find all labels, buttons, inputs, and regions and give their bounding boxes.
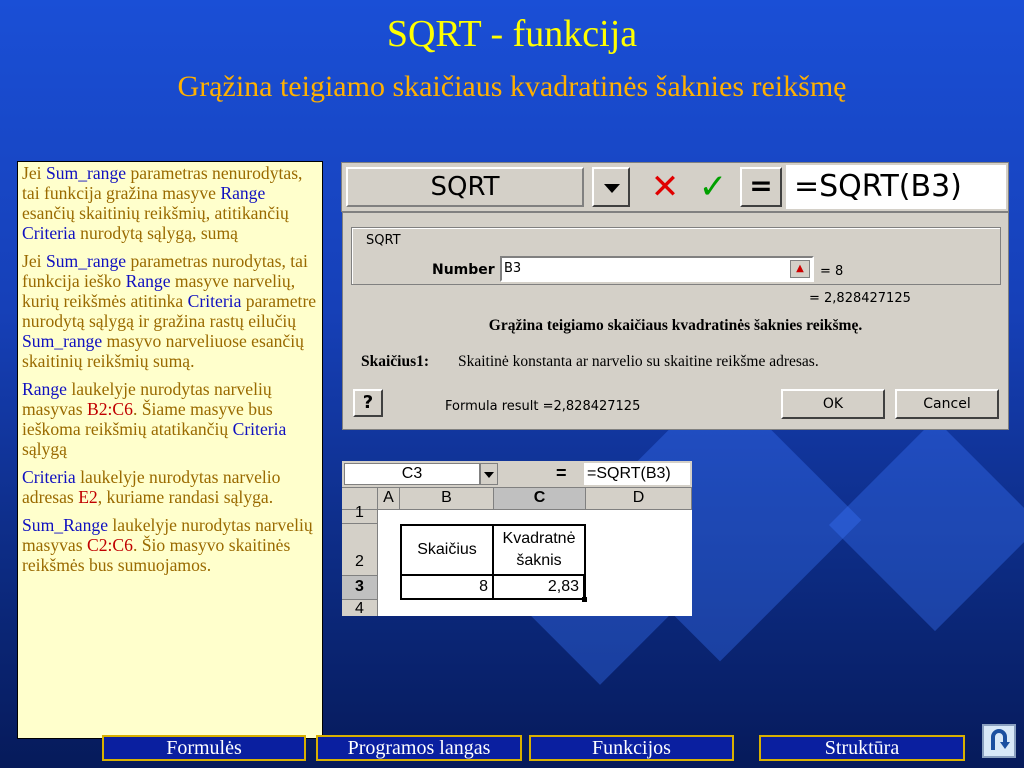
nav-button[interactable]: Struktūra: [759, 735, 965, 761]
function-arguments-dialog: SQRT Number B3 ▲ = 8 = 2,828427125 Grąži…: [342, 212, 1009, 430]
number-label: Number: [432, 262, 495, 278]
nav-button[interactable]: Programos langas: [316, 735, 522, 761]
column-header[interactable]: D: [586, 488, 692, 510]
note-text: Jei: [22, 251, 46, 271]
row-header[interactable]: 2: [342, 524, 378, 576]
sheet-formula-input[interactable]: =SQRT(B3): [584, 463, 690, 485]
explanation-panel: Jei Sum_range parametras nenurodytas, ta…: [17, 161, 323, 739]
note-text: Sum_range: [22, 331, 103, 351]
note-text: Criteria: [232, 419, 287, 439]
sheet-dropdown-button[interactable]: [480, 463, 498, 485]
note-text: Sum_Range: [22, 515, 109, 535]
slide-title: SQRT - funkcija: [386, 13, 638, 55]
row-header[interactable]: 3: [342, 576, 378, 600]
note-text: B2:C6: [87, 399, 133, 419]
cell-c3[interactable]: 2,83: [492, 574, 586, 600]
note-paragraph: Sum_Range laukelyje nurodytas narvelių m…: [22, 515, 318, 575]
note-text: Criteria: [187, 291, 242, 311]
cell-b2[interactable]: Skaičius: [400, 524, 494, 576]
cancel-formula-icon[interactable]: ✕: [642, 167, 688, 207]
note-paragraph: Jei Sum_range parametras nenurodytas, ta…: [22, 163, 318, 243]
formula-bar: SQRT ✕ ✓ = =SQRT(B3): [341, 162, 1009, 212]
note-paragraph: Criteria laukelyje nurodytas narvelio ad…: [22, 467, 318, 507]
note-text: esančių skaitinių reikšmių, atitikančių: [22, 203, 289, 223]
note-text: Criteria: [22, 467, 76, 487]
sheet-equals-icon: =: [556, 463, 567, 483]
note-text: Range: [125, 271, 171, 291]
argument-label: Skaičius1:: [361, 353, 430, 370]
column-header[interactable]: A: [378, 488, 400, 510]
chevron-down-icon: [484, 472, 494, 478]
cell-c2-line2: šaknis: [516, 552, 562, 569]
fill-handle[interactable]: [582, 597, 587, 602]
cell-c2[interactable]: Kvadratnė šaknis: [492, 524, 586, 576]
sheet-name-box[interactable]: C3: [344, 463, 480, 485]
name-box[interactable]: SQRT: [346, 167, 584, 207]
arguments-group: SQRT Number B3 ▲ = 8: [351, 227, 1001, 285]
row-header[interactable]: 1: [342, 505, 378, 524]
function-dropdown-button[interactable]: [592, 167, 630, 207]
number-result: = 8: [820, 264, 844, 279]
cell-c2-line1: Kvadratnė: [502, 530, 576, 547]
note-text: nurodytą sąlygą, sumą: [75, 223, 238, 243]
cell-b3[interactable]: 8: [400, 574, 494, 600]
note-text: Range: [22, 379, 67, 399]
spreadsheet-view: C3 = =SQRT(B3) A B C D 1 2 3 4 Skaičius …: [342, 461, 692, 616]
note-text: Jei: [22, 163, 46, 183]
note-text: Range: [220, 183, 266, 203]
note-paragraph: Jei Sum_range parametras nurodytas, tai …: [22, 251, 318, 371]
argument-description: Skaitinė konstanta ar narvelio su skaiti…: [458, 353, 819, 370]
chevron-down-icon: [604, 184, 620, 193]
u-turn-return-icon[interactable]: [982, 724, 1016, 758]
function-result: = 2,828427125: [809, 291, 911, 306]
note-text: E2: [78, 487, 98, 507]
number-input[interactable]: B3 ▲: [500, 256, 814, 282]
note-text: Sum_range: [45, 163, 127, 183]
help-icon[interactable]: ?: [353, 389, 383, 417]
column-header[interactable]: B: [400, 488, 494, 510]
note-text: Criteria: [22, 223, 76, 243]
note-text: sąlygą: [22, 439, 67, 459]
group-label: SQRT: [364, 233, 403, 248]
function-description: Grąžina teigiamo skaičiaus kvadratinės š…: [488, 317, 863, 334]
decorative-diamond: [828, 418, 1024, 632]
column-header[interactable]: C: [494, 488, 586, 510]
formula-input[interactable]: =SQRT(B3): [786, 165, 1006, 209]
note-paragraph: Range laukelyje nurodytas narvelių masyv…: [22, 379, 318, 459]
number-input-value: B3: [504, 261, 522, 276]
note-text: C2:C6: [87, 535, 133, 555]
note-text: Sum_range: [45, 251, 127, 271]
enter-formula-icon[interactable]: ✓: [690, 167, 736, 207]
formula-result: Formula result =2,828427125: [445, 399, 641, 414]
collapse-dialog-icon[interactable]: ▲: [790, 260, 810, 278]
row-header[interactable]: 4: [342, 600, 378, 616]
nav-button[interactable]: Formulės: [102, 735, 306, 761]
nav-button[interactable]: Funkcijos: [529, 735, 734, 761]
cancel-button[interactable]: Cancel: [895, 389, 999, 419]
note-text: , kuriame randasi sąlyga.: [97, 487, 274, 507]
ok-button[interactable]: OK: [781, 389, 885, 419]
edit-formula-button[interactable]: =: [740, 167, 782, 207]
sheet-formula-bar: C3 = =SQRT(B3): [342, 461, 692, 488]
slide-subtitle: Grąžina teigiamo skaičiaus kvadratinės š…: [177, 70, 847, 103]
